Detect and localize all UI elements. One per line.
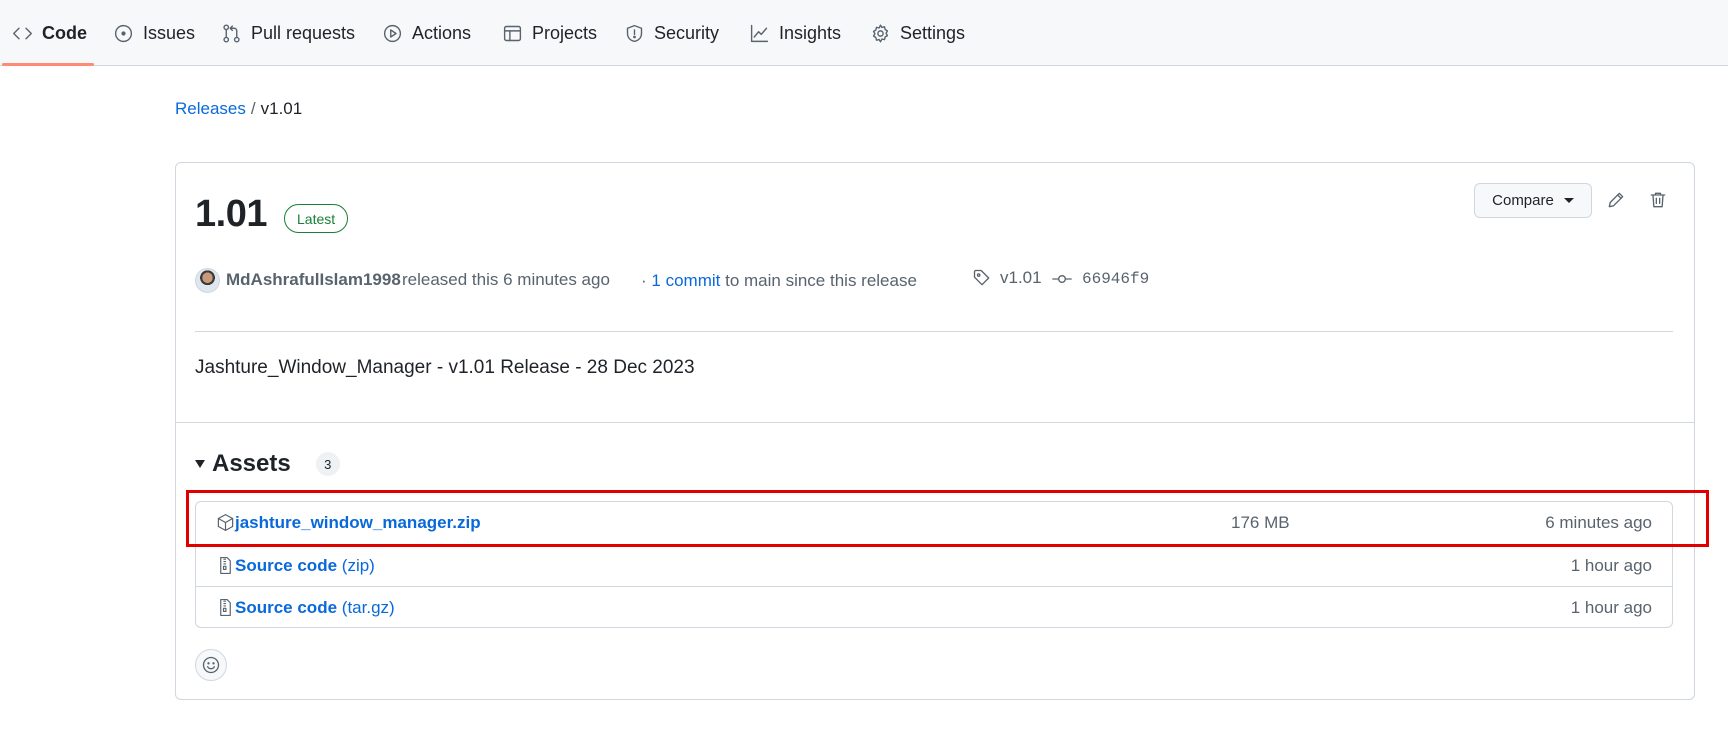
- tag-label: v1.01: [1000, 268, 1042, 287]
- commit-sha: 66946f9: [1082, 270, 1150, 288]
- tab-pull-requests[interactable]: Pull requests: [221, 0, 355, 66]
- commits-since-release: · 1 commit to main since this release: [641, 271, 917, 291]
- tag-link[interactable]: v1.01: [972, 268, 1042, 288]
- tab-issues[interactable]: Issues: [113, 0, 195, 66]
- released-text: released this 6 minutes ago: [402, 270, 610, 289]
- asset-row: Source code (zip) 1 hour ago: [196, 544, 1672, 586]
- tab-code[interactable]: Code: [12, 0, 87, 66]
- commits-prefix: ·: [641, 271, 647, 290]
- asset-suffix: (zip): [341, 556, 375, 575]
- tab-settings-label: Settings: [900, 22, 966, 43]
- tab-security[interactable]: Security: [624, 0, 719, 66]
- tab-issues-label: Issues: [143, 22, 196, 43]
- compare-button-label: Compare: [1492, 192, 1554, 209]
- git-pull-request-icon: [223, 23, 240, 43]
- tab-actions-label: Actions: [412, 22, 472, 43]
- code-icon: [13, 27, 32, 39]
- asset-name: jashture_window_manager.zip: [235, 513, 481, 532]
- file-zip-icon: [220, 556, 231, 575]
- asset-size: 176 MB: [1231, 513, 1290, 532]
- compare-button[interactable]: Compare: [1474, 183, 1592, 218]
- source-targz-link[interactable]: Source code (tar.gz): [235, 598, 395, 618]
- tab-pull-requests-label: Pull requests: [251, 22, 356, 43]
- asset-name: Source code: [235, 598, 338, 617]
- tab-code-label: Code: [42, 22, 87, 43]
- breadcrumb-separator: /: [250, 99, 256, 118]
- shield-icon: [626, 24, 643, 42]
- commit-link[interactable]: 66946f9: [1052, 269, 1149, 289]
- play-icon: [383, 24, 402, 42]
- divider: [195, 331, 1673, 332]
- breadcrumb: Releases / v1.01: [175, 99, 302, 119]
- asset-time: 1 hour ago: [1570, 598, 1652, 617]
- asset-time: 1 hour ago: [1570, 556, 1652, 575]
- graph-icon: [750, 24, 769, 42]
- asset-list: jashture_window_manager.zip 176 MB 6 min…: [195, 501, 1673, 628]
- divider: [176, 422, 1694, 423]
- tab-settings[interactable]: Settings: [870, 0, 965, 66]
- triangle-down-icon: [195, 460, 205, 468]
- issue-opened-icon: [114, 24, 133, 42]
- tab-insights[interactable]: Insights: [749, 0, 841, 66]
- asset-name: Source code: [235, 556, 338, 575]
- release-notes: Jashture_Window_Manager - v1.01 Release …: [195, 357, 695, 378]
- author-link[interactable]: MdAshrafulIslam1998: [226, 270, 401, 290]
- asset-suffix: (tar.gz): [341, 598, 395, 617]
- tab-security-label: Security: [654, 22, 720, 43]
- gear-icon: [872, 23, 889, 43]
- package-icon: [217, 513, 234, 532]
- assets-count: 3: [315, 452, 340, 476]
- asset-row: jashture_window_manager.zip 176 MB 6 min…: [196, 502, 1672, 544]
- source-zip-link[interactable]: Source code (zip): [235, 556, 375, 576]
- assets-toggle[interactable]: Assets 3: [195, 450, 340, 478]
- repo-nav: Code Issues Pull requests Actions Projec…: [0, 0, 1728, 66]
- pencil-icon: [1608, 192, 1624, 208]
- release-card: 1.01 Latest Compare MdAshrafulIslam1998 …: [175, 162, 1695, 700]
- commits-link[interactable]: 1 commit: [651, 271, 720, 290]
- commits-suffix: to main since this release: [725, 271, 917, 290]
- tab-projects[interactable]: Projects: [502, 0, 597, 66]
- add-reaction-button[interactable]: [195, 649, 227, 681]
- asset-time: 6 minutes ago: [1545, 513, 1652, 532]
- tab-projects-label: Projects: [532, 22, 598, 43]
- file-zip-icon: [220, 598, 231, 617]
- assets-title: Assets: [212, 450, 291, 477]
- chevron-down-icon: [1563, 198, 1574, 203]
- table-icon: [503, 25, 522, 41]
- smiley-icon: [202, 656, 220, 674]
- release-meta: MdAshrafulIslam1998 released this 6 minu…: [195, 266, 1655, 294]
- tab-actions[interactable]: Actions: [382, 0, 471, 66]
- breadcrumb-current: v1.01: [260, 99, 303, 118]
- tag-icon: [973, 269, 990, 286]
- git-commit-icon: [1052, 275, 1072, 283]
- active-tab-underline: [2, 63, 94, 66]
- asset-download-link[interactable]: jashture_window_manager.zip: [235, 513, 481, 533]
- release-title: 1.01: [195, 193, 267, 235]
- delete-release-button[interactable]: [1645, 187, 1671, 213]
- tab-insights-label: Insights: [779, 22, 842, 43]
- edit-release-button[interactable]: [1603, 187, 1629, 213]
- latest-badge: Latest: [284, 204, 349, 233]
- trash-icon: [1650, 192, 1666, 208]
- asset-row: Source code (tar.gz) 1 hour ago: [196, 586, 1672, 628]
- avatar[interactable]: [195, 268, 220, 293]
- breadcrumb-releases-link[interactable]: Releases: [175, 99, 246, 118]
